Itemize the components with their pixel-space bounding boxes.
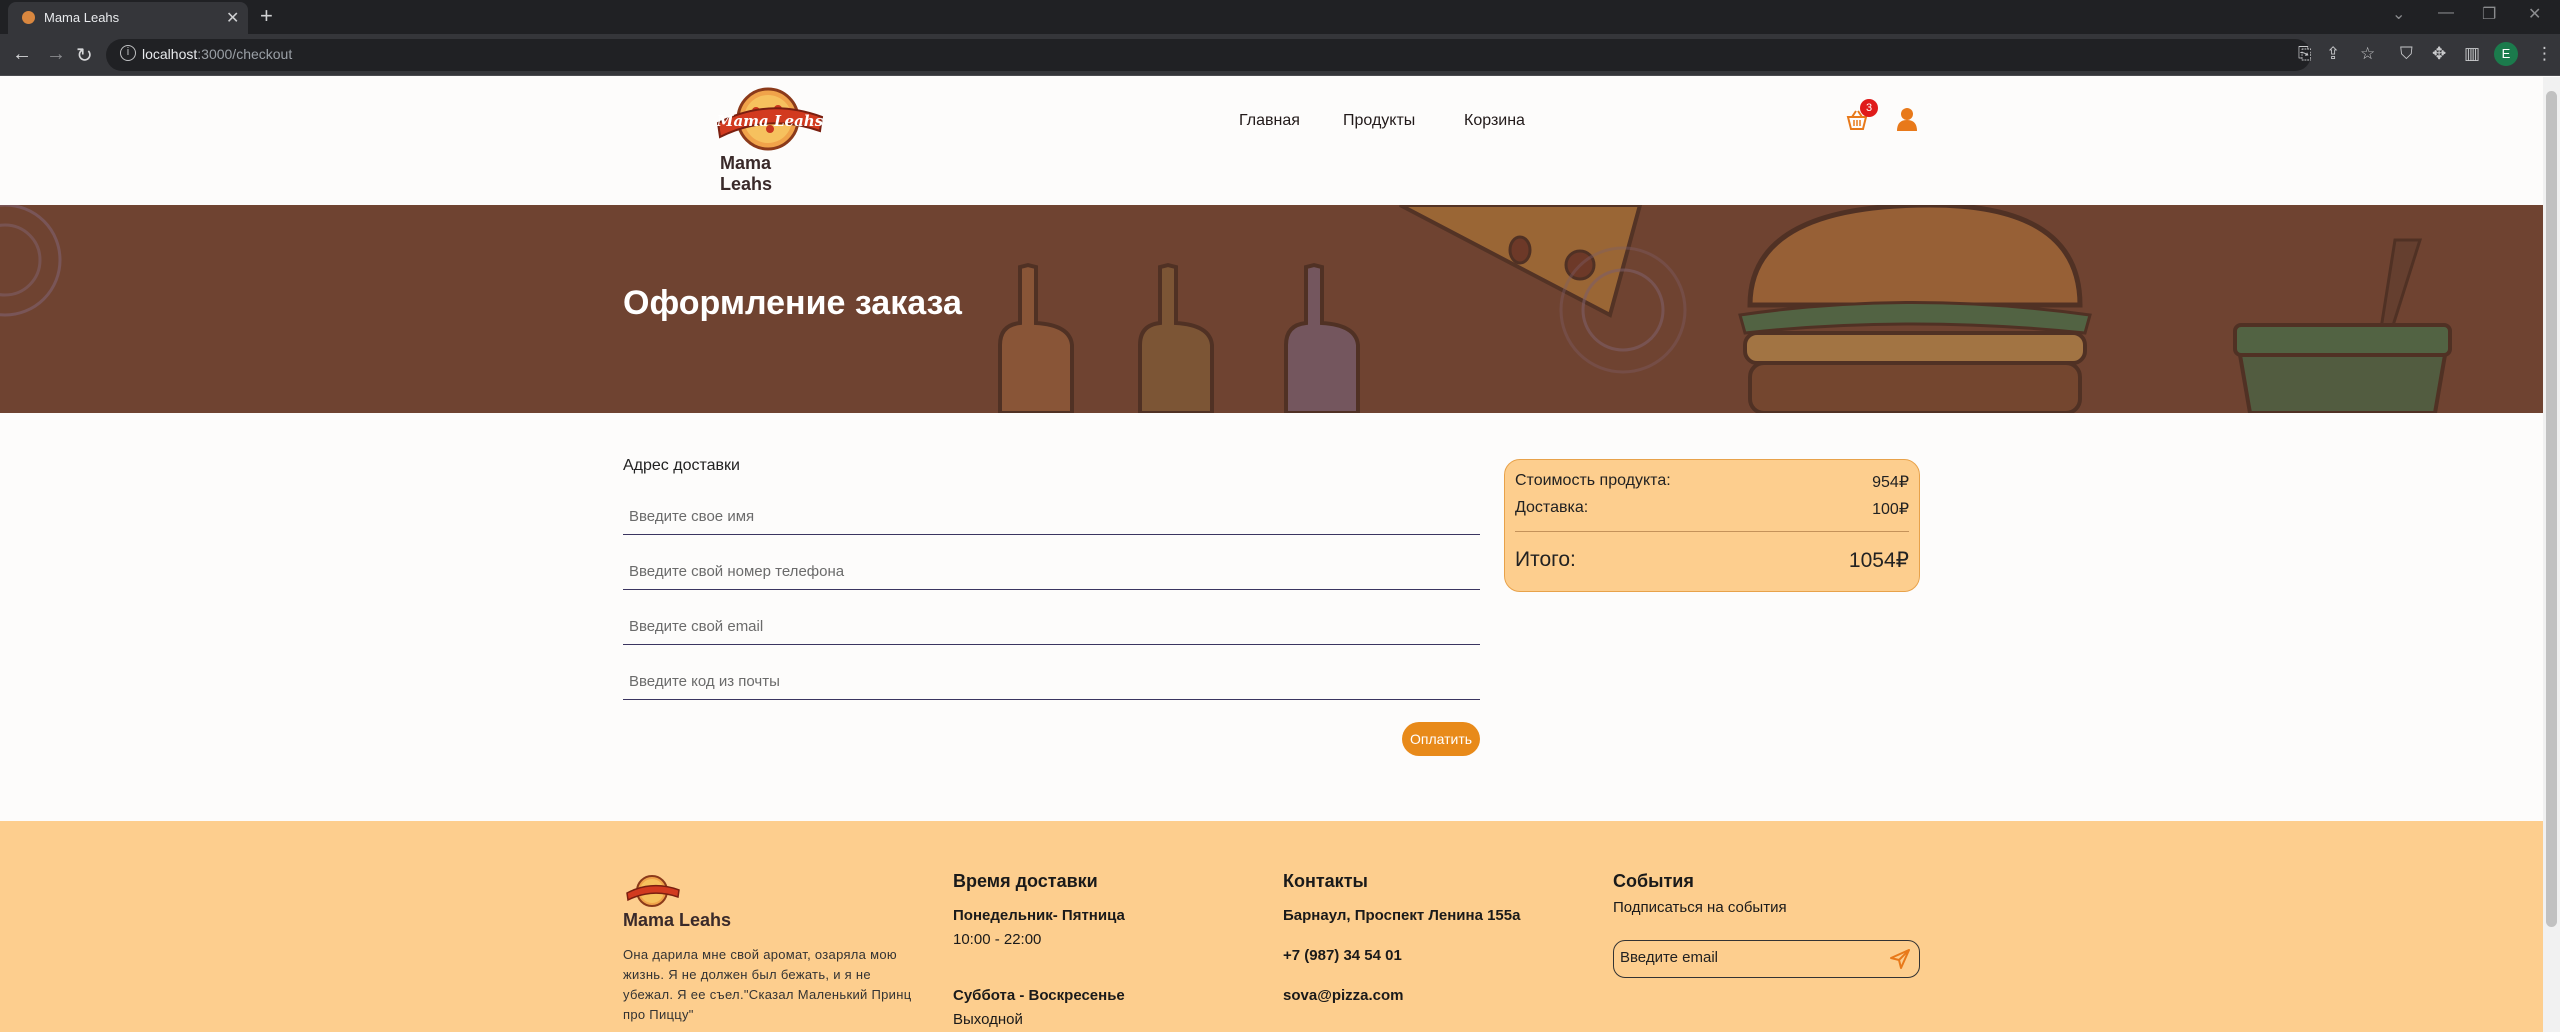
delivery-time-heading: Время доставки bbox=[953, 871, 1098, 891]
hero-banner: Оформление заказа bbox=[0, 205, 2543, 413]
new-tab-icon[interactable]: + bbox=[260, 3, 273, 29]
page-scrollbar[interactable] bbox=[2543, 77, 2560, 1032]
window-close-icon[interactable]: ✕ bbox=[2528, 4, 2541, 24]
events-heading: События bbox=[1613, 871, 1694, 891]
site-info-icon[interactable]: i bbox=[120, 45, 136, 61]
nav-products[interactable]: Продукты bbox=[1343, 112, 1415, 130]
restore-icon[interactable]: ❐ bbox=[2482, 4, 2496, 24]
tab-close-icon[interactable]: ✕ bbox=[226, 8, 239, 28]
delivery-label: Доставка: bbox=[1515, 499, 1589, 516]
name-field[interactable] bbox=[623, 499, 1480, 535]
product-cost-row: Стоимость продукта: 954₽ bbox=[1515, 472, 1909, 491]
send-icon[interactable] bbox=[1890, 949, 1910, 969]
extensions-icon[interactable]: ✥ bbox=[2432, 44, 2446, 64]
back-icon[interactable]: ← bbox=[12, 43, 32, 66]
install-icon[interactable]: ⎘ bbox=[2298, 44, 2312, 64]
browser-toolbar: ← → ↻ i localhost:3000/checkout ⎘ ⇪ ☆ ⛉ … bbox=[0, 34, 2560, 76]
user-account-button[interactable] bbox=[1896, 107, 1918, 136]
total-row: Итого: 1054₽ bbox=[1515, 548, 1909, 572]
email-field[interactable] bbox=[623, 609, 1480, 645]
browser-tab-bar: Mama Leahs ✕ + ⌄ — ❐ ✕ bbox=[0, 0, 2560, 34]
menu-icon[interactable]: ⋮ bbox=[2536, 44, 2553, 64]
logo-text: Mama Leahs bbox=[720, 153, 773, 194]
phone-field[interactable] bbox=[623, 554, 1480, 590]
minimize-icon[interactable]: — bbox=[2438, 4, 2454, 22]
phone-link[interactable]: +7 (987) 34 54 01 bbox=[1283, 947, 1402, 964]
bookmark-star-icon[interactable]: ☆ bbox=[2360, 44, 2375, 64]
email-link[interactable]: sova@pizza.com bbox=[1283, 987, 1404, 1004]
subscribe-form bbox=[1613, 940, 1920, 978]
summary-divider bbox=[1515, 531, 1909, 532]
weekday-hours: 10:00 - 22:00 bbox=[953, 931, 1042, 948]
footer: Mama Leahs Она дарила мне свой аромат, о… bbox=[0, 821, 2543, 1032]
product-cost-value: 954₽ bbox=[1872, 474, 1909, 491]
weekend-hours: Выходной bbox=[953, 1011, 1023, 1028]
footer-logo-icon bbox=[626, 875, 680, 907]
events-subtitle: Подписаться на события bbox=[1613, 899, 1787, 916]
browser-tab[interactable]: Mama Leahs ✕ bbox=[8, 2, 248, 34]
pay-button[interactable]: Оплатить bbox=[1402, 722, 1480, 756]
pizza-logo-icon: Mama Leahs bbox=[716, 87, 824, 151]
contacts-heading: Контакты bbox=[1283, 871, 1368, 891]
total-value: 1054₽ bbox=[1848, 549, 1909, 572]
footer-brand: Mama Leahs bbox=[623, 910, 732, 930]
address-bar[interactable]: i localhost:3000/checkout bbox=[106, 39, 2311, 71]
reload-icon[interactable]: ↻ bbox=[76, 43, 93, 68]
footer-quote: Она дарила мне свой аромат, озаряла мою … bbox=[623, 947, 912, 1022]
weekday-label: Понедельник- Пятница bbox=[953, 907, 1125, 924]
tab-title: Mama Leahs bbox=[44, 10, 120, 25]
subscribe-email-input[interactable] bbox=[1620, 949, 1870, 966]
url-text: localhost:3000/checkout bbox=[142, 46, 293, 62]
svg-text:Mama Leahs: Mama Leahs bbox=[716, 112, 824, 130]
weekend-label: Суббота - Воскресенье bbox=[953, 987, 1125, 1004]
site-logo[interactable]: Mama Leahs Mama Leahs bbox=[712, 83, 828, 194]
tab-search-icon[interactable]: ⌄ bbox=[2392, 4, 2405, 24]
nav-cart[interactable]: Корзина bbox=[1464, 112, 1525, 130]
order-summary: Стоимость продукта: 954₽ Доставка: 100₽ … bbox=[1504, 459, 1920, 592]
product-cost-label: Стоимость продукта: bbox=[1515, 472, 1671, 489]
tab-favicon-icon bbox=[22, 11, 35, 24]
scrollbar-thumb[interactable] bbox=[2546, 91, 2557, 927]
user-icon bbox=[1897, 108, 1917, 131]
delivery-row: Доставка: 100₽ bbox=[1515, 499, 1909, 518]
address-text: Барнаул, Проспект Ленина 155а bbox=[1283, 907, 1521, 924]
food-illustration-background bbox=[0, 205, 2543, 413]
side-panel-icon[interactable]: ▥ bbox=[2464, 44, 2480, 64]
profile-avatar[interactable]: E bbox=[2494, 42, 2518, 66]
email-code-field[interactable] bbox=[623, 664, 1480, 700]
page-title: Оформление заказа bbox=[623, 284, 962, 322]
share-icon[interactable]: ⇪ bbox=[2326, 44, 2340, 64]
delivery-value: 100₽ bbox=[1872, 501, 1909, 518]
shield-extension-icon[interactable]: ⛉ bbox=[2400, 44, 2413, 64]
cart-button[interactable]: 3 bbox=[1846, 99, 1878, 131]
page: Mama Leahs Mama Leahs Главная Продукты К… bbox=[0, 77, 2543, 1032]
total-label: Итого: bbox=[1515, 548, 1576, 571]
forward-icon[interactable]: → bbox=[46, 43, 66, 66]
delivery-address-heading: Адрес доставки bbox=[623, 457, 740, 474]
cart-count-badge: 3 bbox=[1860, 99, 1878, 117]
nav-home[interactable]: Главная bbox=[1239, 112, 1300, 130]
